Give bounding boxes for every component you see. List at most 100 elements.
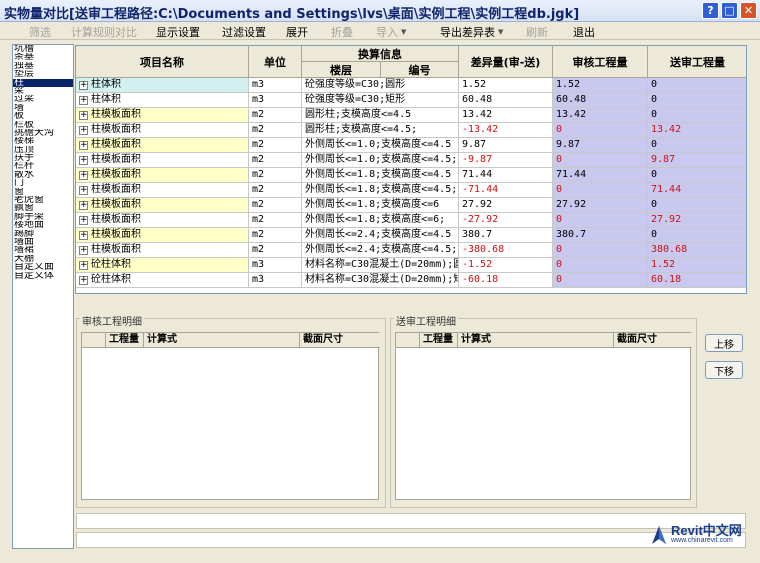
- sent-col-section[interactable]: 截面尺寸: [614, 333, 692, 348]
- expand-icon[interactable]: +: [79, 155, 88, 165]
- table-row[interactable]: + 柱模板面积 m2 圆形柱;支模高度<=4.5 13.42 13.42 0: [76, 108, 746, 123]
- expand-icon[interactable]: +: [79, 140, 88, 150]
- category-item[interactable]: 散水: [13, 171, 73, 179]
- table-row[interactable]: + 柱体积 m3 砼强度等级=C30;圆形 1.52 1.52 0: [76, 78, 746, 93]
- col-header-review[interactable]: 审核工程量: [553, 46, 648, 78]
- category-item[interactable]: 脚手架: [13, 213, 73, 221]
- category-item[interactable]: 老虎窗: [13, 196, 73, 204]
- category-list[interactable]: 坑槽 条基 独基 垫层柱梁过梁墙板栏板 挑檐天沟 楼梯 压顶 扶手 栏杆 散水门窗老虎窗 飘窗 脚手架…: [12, 44, 74, 549]
- menu-item[interactable]: 显示设置: [153, 23, 203, 41]
- sent-detail-table[interactable]: 工程量 计算式 截面尺寸: [395, 332, 692, 500]
- review-col-formula[interactable]: 计算式: [144, 333, 300, 348]
- col-header-diff[interactable]: 差异量(审-送): [459, 46, 553, 78]
- expand-icon[interactable]: +: [79, 95, 88, 105]
- col-header-floor[interactable]: 楼层: [302, 62, 381, 78]
- expand-icon[interactable]: +: [79, 275, 88, 285]
- category-item[interactable]: 梁: [13, 87, 73, 95]
- close-button[interactable]: ✕: [740, 2, 757, 19]
- table-row[interactable]: + 柱模板面积 m2 外侧周长<=1.0;支模高度<=4.5 9.87 9.87 0: [76, 138, 746, 153]
- col-header-code[interactable]: 编号: [381, 62, 459, 78]
- cell-diff: 60.48: [459, 93, 553, 108]
- menu-item[interactable]: 导出差异表 ▼: [437, 23, 506, 41]
- category-item[interactable]: 墙裙: [13, 246, 73, 254]
- review-col-section[interactable]: 截面尺寸: [300, 333, 380, 348]
- category-item[interactable]: 门: [13, 179, 73, 187]
- menu-item[interactable]: 退出: [570, 23, 598, 41]
- category-item[interactable]: 条基: [13, 53, 73, 61]
- move-down-button[interactable]: 下移: [705, 361, 743, 379]
- category-item[interactable]: 自定义面: [13, 263, 73, 271]
- category-item[interactable]: 楼梯: [13, 137, 73, 145]
- category-item[interactable]: 墙面: [13, 238, 73, 246]
- menu-item[interactable]: 计算规则对比: [68, 23, 140, 41]
- table-row[interactable]: + 柱模板面积 m2 外侧周长<=1.8;支模高度<=6; -27.92 0 27.92: [76, 213, 746, 228]
- cell-name: + 柱模板面积: [76, 243, 249, 258]
- table-row[interactable]: + 柱模板面积 m2 外侧周长<=1.8;支模高度<=4.5 71.44 71.44 0: [76, 168, 746, 183]
- category-item[interactable]: 墙: [13, 104, 73, 112]
- table-row[interactable]: +砼柱体积m3材料名称=C30混凝土(D=20mm);圆形;-1.5201.52: [76, 258, 746, 273]
- cell-name-text: 柱模板面积: [91, 139, 141, 150]
- expand-icon[interactable]: +: [79, 185, 88, 195]
- table-row[interactable]: + 柱模板面积 m2 外侧周长<=1.8;支模高度<=6 27.92 27.92 0: [76, 198, 746, 213]
- menu-item[interactable]: 展开: [283, 23, 311, 41]
- category-item[interactable]: 窗: [13, 188, 73, 196]
- table-row[interactable]: + 柱模板面积 m2 外侧周长<=2.4;支模高度<=4.5 380.7 380.7 0: [76, 228, 746, 243]
- col-header-sent[interactable]: 送审工程量: [648, 46, 746, 78]
- col-header-unit[interactable]: 单位: [249, 46, 302, 78]
- cell-review: 1.52: [553, 78, 648, 93]
- expand-icon[interactable]: +: [79, 125, 88, 135]
- sent-col-formula[interactable]: 计算式: [458, 333, 614, 348]
- cell-unit: m2: [249, 228, 302, 243]
- category-item[interactable]: 板: [13, 112, 73, 120]
- category-item[interactable]: 柱: [13, 78, 73, 87]
- category-item[interactable]: 过梁: [13, 95, 73, 103]
- cell-sent: 0: [648, 138, 746, 153]
- table-row[interactable]: + 柱模板面积 m2 外侧周长<=2.4;支模高度<=4.5; -380.68 0 380.…: [76, 243, 746, 258]
- watermark-brand: Revit中文网: [671, 523, 742, 538]
- table-row[interactable]: + 柱体积 m3 砼强度等级=C30;矩形 60.48 60.48 0: [76, 93, 746, 108]
- category-item[interactable]: 栏杆: [13, 162, 73, 170]
- expand-icon[interactable]: +: [79, 215, 88, 225]
- move-up-button[interactable]: 上移: [705, 334, 743, 352]
- expand-icon[interactable]: +: [79, 80, 88, 90]
- maximize-button[interactable]: □: [721, 2, 738, 19]
- category-item[interactable]: 压顶: [13, 146, 73, 154]
- menu-item[interactable]: 刷新: [523, 23, 551, 41]
- review-col-qty[interactable]: 工程量: [106, 333, 144, 348]
- table-row[interactable]: + 柱模板面积 m2 圆形柱;支模高度<=4.5; -13.42 0 13.42: [76, 123, 746, 138]
- category-item[interactable]: 楼地面: [13, 221, 73, 229]
- review-detail-table[interactable]: 工程量 计算式 截面尺寸: [81, 332, 380, 500]
- category-item[interactable]: 坑槽: [13, 45, 73, 53]
- category-item[interactable]: 独基: [13, 62, 73, 70]
- sent-col-qty[interactable]: 工程量: [420, 333, 458, 348]
- expand-icon[interactable]: +: [79, 230, 88, 240]
- category-item[interactable]: 自定义体: [13, 272, 73, 280]
- menu-item[interactable]: 折叠: [328, 23, 356, 41]
- help-button[interactable]: ?: [702, 2, 719, 19]
- toolbar: 筛选 计算规则对比 显示设置 过滤设置 展开 折叠 导入 ▼ 导出差异表 ▼ 刷新 退出: [0, 22, 760, 40]
- table-row[interactable]: +砼柱体积m3材料名称=C30混凝土(D=20mm);矩形;-60.18060.…: [76, 273, 746, 288]
- category-item[interactable]: 踢脚: [13, 230, 73, 238]
- expand-icon[interactable]: +: [79, 245, 88, 255]
- menu-item[interactable]: 导入 ▼: [373, 23, 409, 41]
- expand-icon[interactable]: +: [79, 110, 88, 120]
- col-header-name[interactable]: 项目名称: [76, 46, 249, 78]
- category-item[interactable]: 天棚: [13, 255, 73, 263]
- menu-item[interactable]: 筛选: [26, 23, 54, 41]
- cell-review: 27.92: [553, 198, 648, 213]
- cell-unit: m2: [249, 243, 302, 258]
- category-item[interactable]: 飘窗: [13, 204, 73, 212]
- expand-icon[interactable]: +: [79, 170, 88, 180]
- category-item[interactable]: 垫层: [13, 70, 73, 78]
- expand-icon[interactable]: +: [79, 200, 88, 210]
- expand-icon[interactable]: +: [79, 260, 88, 270]
- category-item[interactable]: 栏板: [13, 121, 73, 129]
- cell-name: + 柱模板面积: [76, 123, 249, 138]
- menu-item[interactable]: 过滤设置: [219, 23, 269, 41]
- table-row[interactable]: + 柱模板面积 m2 外侧周长<=1.0;支模高度<=4.5; -9.87 0 9.87: [76, 153, 746, 168]
- category-item[interactable]: 扶手: [13, 154, 73, 162]
- review-row-header: [82, 333, 106, 348]
- cell-review: 0: [553, 243, 648, 258]
- category-item[interactable]: 挑檐天沟: [13, 129, 73, 137]
- table-row[interactable]: + 柱模板面积 m2 外侧周长<=1.8;支模高度<=4.5; -71.44 0 71.44: [76, 183, 746, 198]
